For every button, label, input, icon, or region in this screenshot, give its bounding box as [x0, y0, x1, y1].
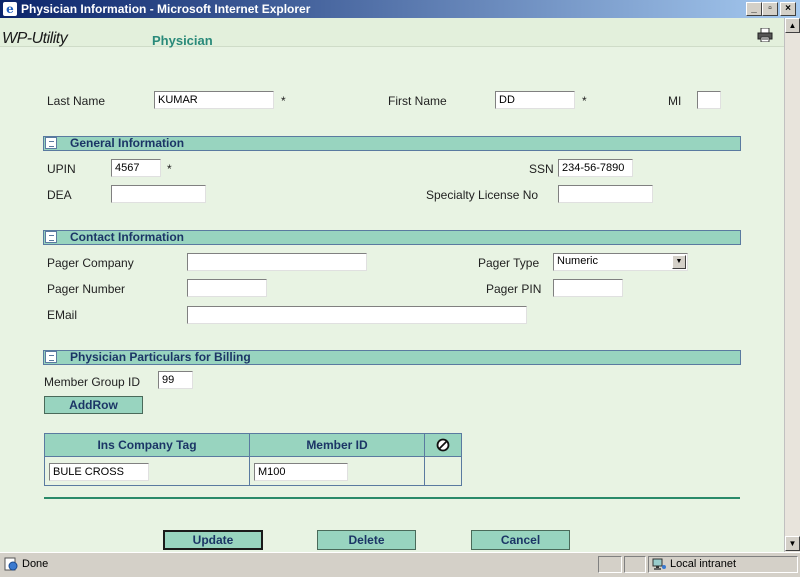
last-name-input[interactable]: [154, 91, 274, 109]
member-grid: Ins Company Tag Member ID: [44, 433, 462, 486]
section-title: Contact Information: [70, 230, 184, 244]
ins-company-input[interactable]: [49, 462, 149, 481]
add-row-button[interactable]: AddRow: [44, 396, 143, 414]
vertical-scrollbar[interactable]: ▲ ▼: [784, 18, 800, 552]
dea-input[interactable]: [111, 185, 206, 203]
upin-input[interactable]: [111, 159, 161, 177]
window-title: Physician Information - Microsoft Intern…: [21, 2, 311, 16]
collapse-icon[interactable]: [45, 351, 57, 363]
required-mark: *: [167, 162, 172, 176]
ins-company-cell: [44, 456, 250, 486]
ssn-label: SSN: [529, 162, 554, 176]
pager-number-label: Pager Number: [47, 282, 126, 296]
app-header: WP-Utility Physician: [0, 18, 784, 48]
member-id-input[interactable]: [254, 462, 348, 481]
first-name-label: First Name: [388, 94, 447, 108]
pager-type-select[interactable]: Numeric ▼: [553, 253, 688, 271]
pager-number-input[interactable]: [187, 279, 267, 297]
status-panel: [598, 556, 622, 573]
pager-pin-label: Pager PIN: [486, 282, 542, 296]
grid-header-row: Ins Company Tag Member ID: [44, 433, 462, 457]
page-done-icon: [4, 557, 18, 571]
maximize-button[interactable]: ▫: [762, 2, 778, 16]
ssn-input[interactable]: [558, 159, 633, 177]
zone-panel: Local intranet: [648, 556, 798, 573]
page-title: Physician: [152, 33, 213, 48]
mi-label: MI: [668, 94, 682, 108]
scroll-down-icon[interactable]: ▼: [785, 536, 800, 551]
section-title: General Information: [70, 136, 185, 150]
ie-logo-icon: e: [3, 2, 17, 16]
section-title: Physician Particulars for Billing: [70, 350, 251, 364]
window-title-bar[interactable]: e Physician Information - Microsoft Inte…: [0, 0, 800, 18]
intranet-icon: [652, 558, 666, 570]
pager-pin-input[interactable]: [553, 279, 623, 297]
collapse-icon[interactable]: [45, 137, 57, 149]
section-billing: Physician Particulars for Billing: [43, 350, 741, 365]
upin-label: UPIN: [47, 162, 76, 176]
close-button[interactable]: ×: [780, 2, 796, 16]
email-input[interactable]: [187, 306, 527, 324]
pager-company-input[interactable]: [187, 253, 367, 271]
zone-text: Local intranet: [670, 558, 737, 570]
status-bar: Done Local intranet: [0, 552, 800, 577]
page-content: WP-Utility Physician Last Name * First N…: [0, 18, 784, 552]
divider: [44, 497, 740, 499]
required-mark: *: [281, 94, 286, 108]
member-group-input[interactable]: [158, 371, 193, 389]
collapse-icon[interactable]: [45, 231, 57, 243]
minimize-button[interactable]: _: [746, 2, 762, 16]
table-row: [44, 456, 462, 486]
required-mark: *: [582, 94, 587, 108]
member-id-cell: [249, 456, 425, 486]
first-name-input[interactable]: [495, 91, 575, 109]
last-name-label: Last Name: [47, 94, 106, 108]
scroll-up-icon[interactable]: ▲: [785, 18, 800, 33]
column-header-delete: [424, 433, 462, 457]
pager-company-label: Pager Company: [47, 256, 134, 270]
column-header-ins-company: Ins Company Tag: [44, 433, 250, 457]
column-header-member-id: Member ID: [249, 433, 425, 457]
dea-label: DEA: [47, 188, 72, 202]
no-symbol-icon: [436, 438, 450, 452]
status-panel: [624, 556, 646, 573]
email-label: EMail: [47, 308, 78, 322]
section-general-information: General Information: [43, 136, 741, 151]
status-text: Done: [22, 558, 49, 570]
delete-button[interactable]: Delete: [317, 530, 416, 550]
cancel-button[interactable]: Cancel: [471, 530, 570, 550]
specialty-license-input[interactable]: [558, 185, 653, 203]
member-group-label: Member Group ID: [44, 375, 141, 389]
section-contact-information: Contact Information: [43, 230, 741, 245]
specialty-license-label: Specialty License No: [426, 188, 539, 202]
pager-type-label: Pager Type: [478, 256, 540, 270]
mi-input[interactable]: [697, 91, 721, 109]
update-button[interactable]: Update: [163, 530, 263, 550]
app-logo: WP-Utility: [2, 30, 68, 47]
chevron-down-icon[interactable]: ▼: [672, 255, 686, 269]
pager-type-value: Numeric: [557, 255, 598, 267]
printer-icon[interactable]: [757, 28, 773, 42]
delete-cell[interactable]: [424, 456, 462, 486]
